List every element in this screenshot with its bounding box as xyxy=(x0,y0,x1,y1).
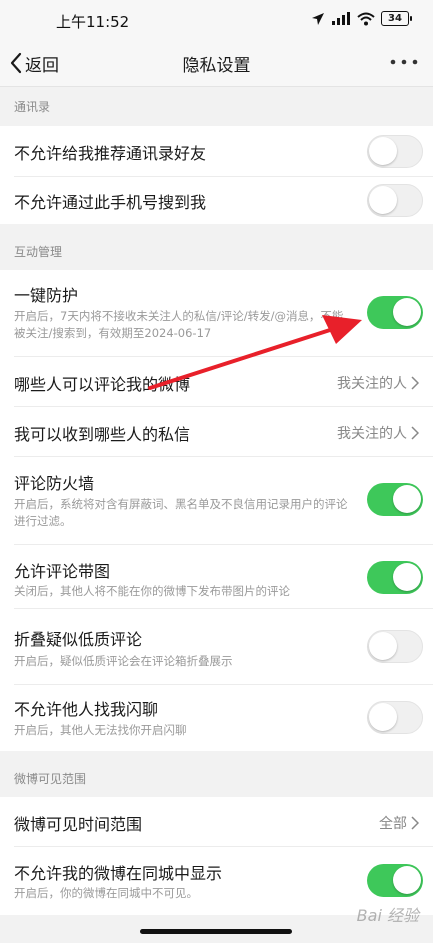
setting-row-one-key-protect: 一键防护 开启后，7天内将不接收未关注人的私信/评论/转发/@消息，不能被关注/… xyxy=(0,270,433,357)
location-icon xyxy=(312,12,324,25)
toggle-knob xyxy=(369,703,397,731)
toggle-no-same-city[interactable] xyxy=(367,864,423,897)
setting-description: 关闭后，其他人将不能在你的微博下发布带图片的评论 xyxy=(14,584,290,598)
setting-row-no-recommend-contacts: 不允许给我推荐通讯录好友 xyxy=(0,126,433,177)
setting-row-who-can-message[interactable]: 我可以收到哪些人的私信 我关注的人 xyxy=(0,407,433,457)
toggle-fold-low-quality[interactable] xyxy=(367,630,423,663)
toggle-knob xyxy=(369,632,397,660)
setting-value-text: 我关注的人 xyxy=(337,376,407,392)
status-time: 上午11:52 xyxy=(56,13,130,31)
toggle-knob xyxy=(369,137,397,165)
setting-label: 哪些人可以评论我的微博 xyxy=(14,375,191,394)
setting-row-no-flash-chat: 不允许他人找我闪聊 开启后，其他人无法找你开启闪聊 xyxy=(0,685,433,751)
page-title: 隐私设置 xyxy=(182,56,251,76)
toggle-knob xyxy=(369,186,397,214)
more-button[interactable] xyxy=(389,50,419,74)
setting-label: 评论防火墙 xyxy=(14,474,95,493)
chevron-right-icon xyxy=(411,376,419,390)
setting-value-text: 全部 xyxy=(379,816,407,832)
watermark: Bai 经验 xyxy=(356,906,419,925)
setting-label: 不允许我的微博在同城中显示 xyxy=(14,864,223,883)
section-header-interaction: 互动管理 xyxy=(14,245,63,259)
setting-value-text: 我关注的人 xyxy=(337,426,407,442)
setting-label: 我可以收到哪些人的私信 xyxy=(14,425,191,444)
toggle-no-phone-search[interactable] xyxy=(367,184,423,217)
more-dots-icon xyxy=(390,59,418,65)
status-icons: 34 xyxy=(311,11,412,26)
setting-label: 微博可见时间范围 xyxy=(14,815,143,834)
toggle-knob xyxy=(393,866,421,894)
wifi-icon xyxy=(357,12,375,25)
setting-row-comment-firewall: 评论防火墙 开启后，系统将对含有屏蔽词、黑名单及不良信用记录用户的评论进行过滤。 xyxy=(0,457,433,545)
setting-row-who-can-comment[interactable]: 哪些人可以评论我的微博 我关注的人 xyxy=(0,357,433,407)
status-bar: 上午11:52 34 xyxy=(0,0,433,40)
setting-description: 开启后，7天内将不接收未关注人的私信/评论/转发/@消息，不能被关注/搜索到，有… xyxy=(14,309,344,340)
toggle-one-key-protect[interactable] xyxy=(367,296,423,329)
toggle-comment-images[interactable] xyxy=(367,561,423,594)
section-header-contacts: 通讯录 xyxy=(14,100,51,114)
setting-label: 不允许他人找我闪聊 xyxy=(14,700,159,719)
setting-value: 我关注的人 xyxy=(337,423,419,443)
setting-description: 开启后，其他人无法找你开启闪聊 xyxy=(14,723,187,737)
toggle-knob xyxy=(393,485,421,513)
setting-description: 开启后，疑似低质评论会在评论箱折叠展示 xyxy=(14,654,233,668)
home-indicator[interactable] xyxy=(140,929,292,934)
setting-value: 全部 xyxy=(379,813,419,833)
setting-row-visible-time-range[interactable]: 微博可见时间范围 全部 xyxy=(0,797,433,847)
chevron-right-icon xyxy=(411,426,419,440)
section-header-visibility: 微博可见范围 xyxy=(14,772,87,786)
toggle-knob xyxy=(393,563,421,591)
battery-icon: 34 xyxy=(381,11,412,26)
cellular-signal-icon xyxy=(332,11,350,25)
toggle-no-recommend-contacts[interactable] xyxy=(367,135,423,168)
setting-label: 折叠疑似低质评论 xyxy=(14,630,143,649)
setting-description: 开启后，你的微博在同城中不可见。 xyxy=(14,886,198,900)
toggle-knob xyxy=(393,298,421,326)
setting-row-comment-images: 允许评论带图 关闭后，其他人将不能在你的微博下发布带图片的评论 xyxy=(0,545,433,609)
setting-label: 一键防护 xyxy=(14,286,79,305)
nav-bar: 返回 隐私设置 xyxy=(0,40,433,87)
setting-label: 允许评论带图 xyxy=(14,562,111,581)
setting-label: 不允许给我推荐通讯录好友 xyxy=(14,144,207,163)
setting-row-fold-low-quality: 折叠疑似低质评论 开启后，疑似低质评论会在评论箱折叠展示 xyxy=(0,609,433,685)
setting-row-no-phone-search: 不允许通过此手机号搜到我 xyxy=(0,177,433,224)
chevron-right-icon xyxy=(411,816,419,830)
toggle-no-flash-chat[interactable] xyxy=(367,701,423,734)
setting-description: 开启后，系统将对含有屏蔽词、黑名单及不良信用记录用户的评论进行过滤。 xyxy=(14,497,348,528)
toggle-comment-firewall[interactable] xyxy=(367,483,423,516)
setting-label: 不允许通过此手机号搜到我 xyxy=(14,193,207,212)
setting-value: 我关注的人 xyxy=(337,373,419,393)
